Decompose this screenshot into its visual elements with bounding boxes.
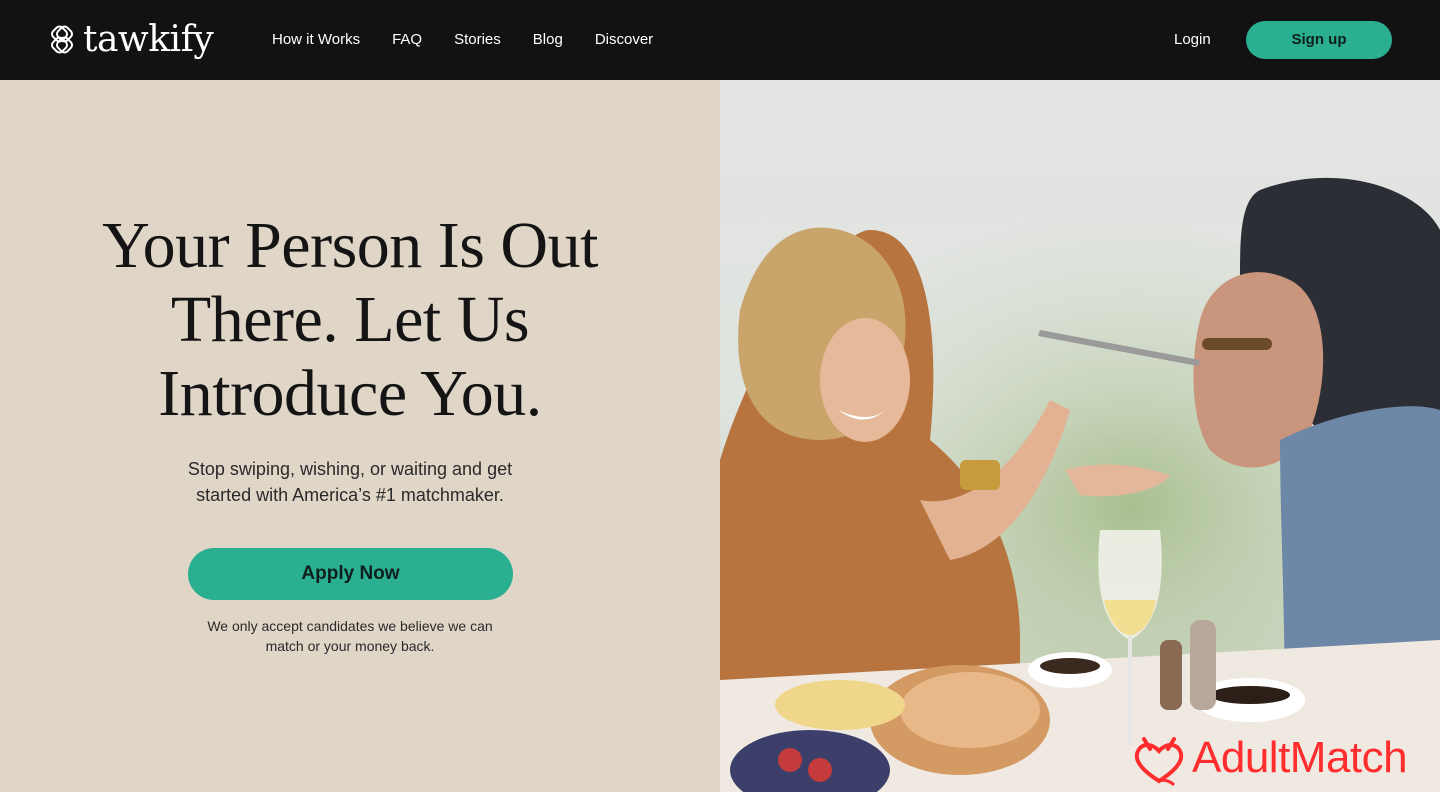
signup-button[interactable]: Sign up — [1246, 21, 1392, 59]
hero-image-panel — [720, 80, 1440, 792]
hero-headline-line-1: Your Person Is Out — [102, 209, 598, 282]
couple-dining-photo — [720, 80, 1440, 792]
hero-headline-line-3: Introduce You. — [158, 357, 542, 430]
nav-link-discover[interactable]: Discover — [579, 0, 669, 80]
logo-wordmark: tawkify — [83, 19, 214, 60]
hero-subtitle: Stop swiping, wishing, or waiting and ge… — [150, 456, 550, 508]
nav-link-blog[interactable]: Blog — [517, 0, 579, 80]
login-link[interactable]: Login — [1158, 0, 1227, 80]
hero-headline: Your Person Is Out There. Let Us Introdu… — [60, 209, 640, 431]
nav-link-how-it-works[interactable]: How it Works — [256, 0, 376, 80]
hero-subtitle-line-1: Stop swiping, wishing, or waiting and ge… — [187, 459, 513, 479]
devil-heart-icon — [1134, 737, 1184, 787]
main-nav-links: How it Works FAQ Stories Blog Discover — [256, 0, 669, 80]
adultmatch-watermark: AdultMatch — [1130, 728, 1408, 788]
money-back-note-line-2: match or your money back. — [265, 638, 435, 654]
nav-link-stories[interactable]: Stories — [438, 0, 517, 80]
hero-text-panel: Your Person Is Out There. Let Us Introdu… — [0, 80, 720, 792]
nav-link-faq[interactable]: FAQ — [376, 0, 438, 80]
money-back-note: We only accept candidates we believe we … — [180, 616, 520, 656]
page-bottom-strip — [0, 792, 1440, 800]
tawkify-logo[interactable]: tawkify — [47, 16, 214, 64]
hero-subtitle-line-2: started with America’s #1 matchmaker. — [196, 485, 504, 505]
logo-knot-icon — [50, 25, 74, 54]
watermark-text: AdultMatch — [1192, 733, 1408, 782]
apply-now-button[interactable]: Apply Now — [188, 548, 513, 600]
hero-headline-line-2: There. Let Us — [170, 283, 530, 356]
top-navigation: tawkify How it Works FAQ Stories Blog Di… — [0, 0, 1440, 80]
money-back-note-line-1: We only accept candidates we believe we … — [207, 618, 493, 634]
